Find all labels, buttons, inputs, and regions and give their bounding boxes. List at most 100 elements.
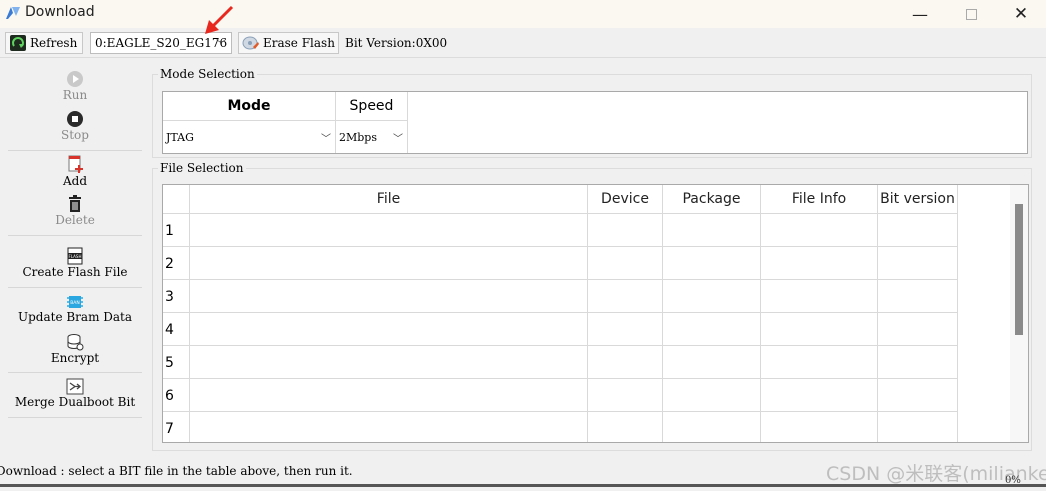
speed-header: Speed <box>336 92 408 121</box>
file-column-header[interactable]: File <box>190 185 588 214</box>
stop-icon <box>67 111 83 127</box>
table-row[interactable]: 1 <box>163 214 958 247</box>
device-cell[interactable] <box>588 346 663 379</box>
device-column-header[interactable]: Device <box>588 185 663 214</box>
device-select-value: 0:EAGLE_S20_EG176 <box>95 36 228 50</box>
refresh-icon <box>10 35 26 51</box>
speed-select-value: 2Mbps <box>339 130 377 144</box>
maximize-button[interactable] <box>946 0 996 28</box>
bit-version-cell[interactable] <box>878 412 958 442</box>
device-cell[interactable] <box>588 379 663 412</box>
encrypt-button[interactable]: Encrypt <box>8 333 142 365</box>
update-bram-data-label: Update Bram Data <box>17 310 133 324</box>
file-cell[interactable] <box>190 412 588 442</box>
chevron-down-icon: ﹀ <box>321 134 331 145</box>
flash-file-icon: FLASH <box>67 247 83 265</box>
file-info-cell[interactable] <box>761 313 878 346</box>
file-info-cell[interactable] <box>761 280 878 313</box>
bit-version-label: Bit Version:0X00 <box>345 36 448 50</box>
file-info-cell[interactable] <box>761 214 878 247</box>
window-title: Download <box>25 4 95 20</box>
sidebar-divider <box>8 417 142 418</box>
status-message: Download : select a BIT file in the tabl… <box>0 464 353 478</box>
minimize-button[interactable]: — <box>895 0 945 28</box>
device-cell[interactable] <box>588 247 663 280</box>
delete-button[interactable]: Delete <box>8 195 142 227</box>
row-number: 5 <box>163 346 190 379</box>
row-number: 4 <box>163 313 190 346</box>
bit-version-cell[interactable] <box>878 346 958 379</box>
table-row[interactable]: 2 <box>163 247 958 280</box>
row-number: 1 <box>163 214 190 247</box>
app-logo-icon <box>6 7 20 19</box>
bit-version-cell[interactable] <box>878 379 958 412</box>
device-cell[interactable] <box>588 412 663 442</box>
close-button[interactable]: ✕ <box>996 0 1046 28</box>
device-cell[interactable] <box>588 280 663 313</box>
sidebar-divider <box>8 372 142 373</box>
table-row[interactable]: 7 <box>163 412 958 442</box>
corner-header[interactable] <box>163 185 190 214</box>
run-button[interactable]: Run <box>8 70 142 102</box>
mode-select-value: JTAG <box>166 130 194 144</box>
add-file-icon <box>68 155 83 173</box>
file-cell[interactable] <box>190 379 588 412</box>
package-cell[interactable] <box>663 247 761 280</box>
create-flash-file-label: Create Flash File <box>22 265 128 279</box>
package-cell[interactable] <box>663 379 761 412</box>
bit-version-cell[interactable] <box>878 313 958 346</box>
file-info-cell[interactable] <box>761 247 878 280</box>
table-row[interactable]: 3 <box>163 280 958 313</box>
refresh-button[interactable]: Refresh <box>5 32 83 54</box>
trash-icon <box>69 195 81 212</box>
svg-text:FLASH: FLASH <box>69 254 82 259</box>
bit-version-cell[interactable] <box>878 214 958 247</box>
bit-version-cell[interactable] <box>878 247 958 280</box>
erase-flash-button[interactable]: Erase Flash <box>238 32 339 54</box>
table-row[interactable]: 4 <box>163 313 958 346</box>
sidebar: Run Stop Add Delete FLASH Create Flash F… <box>0 58 150 458</box>
file-cell[interactable] <box>190 214 588 247</box>
package-column-header[interactable]: Package <box>663 185 761 214</box>
bram-chip-icon: BAN <box>67 296 83 308</box>
mode-table: Mode Speed JTAG ﹀ 2Mbps ﹀ <box>162 91 1028 154</box>
mode-select[interactable]: JTAG ﹀ <box>163 121 336 153</box>
package-cell[interactable] <box>663 346 761 379</box>
package-cell[interactable] <box>663 412 761 442</box>
row-number: 6 <box>163 379 190 412</box>
play-icon <box>67 71 83 87</box>
package-cell[interactable] <box>663 214 761 247</box>
encrypt-label: Encrypt <box>50 351 100 365</box>
sidebar-divider <box>8 235 142 236</box>
package-cell[interactable] <box>663 313 761 346</box>
bit-version-cell[interactable] <box>878 280 958 313</box>
chevron-down-icon: ﹀ <box>216 40 226 51</box>
delete-label: Delete <box>55 213 95 227</box>
file-cell[interactable] <box>190 280 588 313</box>
merge-dualboot-bit-button[interactable]: Merge Dualboot Bit <box>8 378 142 409</box>
file-cell[interactable] <box>190 247 588 280</box>
maximize-icon <box>965 8 977 20</box>
encrypt-database-icon <box>67 334 84 351</box>
table-row[interactable]: 5 <box>163 346 958 379</box>
package-cell[interactable] <box>663 280 761 313</box>
file-selection-title: File Selection <box>158 161 246 175</box>
file-info-column-header[interactable]: File Info <box>761 185 878 214</box>
stop-button[interactable]: Stop <box>8 110 142 142</box>
bit-version-column-header[interactable]: Bit version <box>878 185 958 214</box>
file-info-cell[interactable] <box>761 379 878 412</box>
svg-text:BAN: BAN <box>70 300 80 306</box>
table-scrollbar-thumb[interactable] <box>1015 204 1023 335</box>
speed-select[interactable]: 2Mbps ﹀ <box>336 121 408 153</box>
create-flash-file-button[interactable]: FLASH Create Flash File <box>8 247 142 279</box>
add-button[interactable]: Add <box>8 155 142 188</box>
update-bram-data-button[interactable]: BAN Update Bram Data <box>8 294 142 324</box>
file-info-cell[interactable] <box>761 346 878 379</box>
file-cell[interactable] <box>190 313 588 346</box>
add-label: Add <box>62 174 88 188</box>
file-cell[interactable] <box>190 346 588 379</box>
table-row[interactable]: 6 <box>163 379 958 412</box>
device-cell[interactable] <box>588 214 663 247</box>
file-info-cell[interactable] <box>761 412 878 442</box>
device-cell[interactable] <box>588 313 663 346</box>
